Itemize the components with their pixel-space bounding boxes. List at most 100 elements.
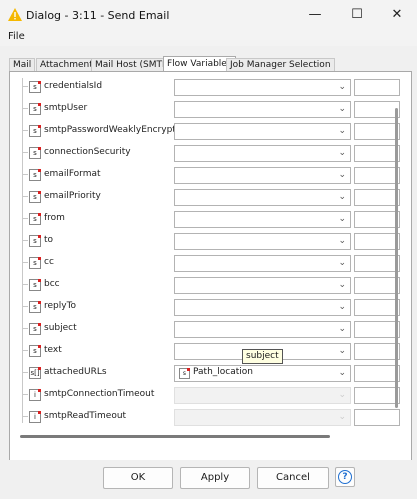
tooltip: subject xyxy=(242,349,283,364)
tree-tick xyxy=(22,130,28,131)
tree-tick xyxy=(22,86,28,87)
tree-tick xyxy=(22,196,28,197)
variable-name: connectionSecurity xyxy=(44,147,131,157)
new-variable-field[interactable] xyxy=(354,255,400,272)
string-type-icon: s xyxy=(29,279,41,291)
new-variable-field[interactable] xyxy=(354,167,400,184)
chevron-down-icon: ⌄ xyxy=(338,324,346,334)
chevron-down-icon: ⌄ xyxy=(338,82,346,92)
maximize-button[interactable]: ☐ xyxy=(342,5,372,25)
chevron-down-icon: ⌄ xyxy=(338,192,346,202)
integer-type-icon: i xyxy=(29,389,41,401)
variable-name: attachedURLs xyxy=(44,367,107,377)
variable-select[interactable]: ⌄ xyxy=(174,167,351,184)
new-variable-field[interactable] xyxy=(354,145,400,162)
variable-name: from xyxy=(44,213,65,223)
chevron-down-icon: ⌄ xyxy=(338,346,346,356)
tab-mail[interactable]: Mail xyxy=(9,58,36,72)
vertical-scrollbar[interactable] xyxy=(395,108,398,408)
chevron-down-icon: ⌄ xyxy=(338,214,346,224)
variable-select[interactable]: ⌄ xyxy=(174,255,351,272)
variable-select: ⌄ xyxy=(174,387,351,404)
chevron-down-icon: ⌄ xyxy=(338,280,346,290)
new-variable-field[interactable] xyxy=(354,233,400,250)
chevron-down-icon: ⌄ xyxy=(338,368,346,378)
variable-select[interactable]: ⌄ xyxy=(174,79,351,96)
string-type-icon: s xyxy=(29,323,41,335)
string-type-icon: s xyxy=(29,191,41,203)
minimize-button[interactable]: — xyxy=(300,5,330,25)
cancel-button[interactable]: Cancel xyxy=(257,467,329,489)
new-variable-field[interactable] xyxy=(354,189,400,206)
new-variable-field[interactable] xyxy=(354,409,400,426)
variable-select[interactable]: ⌄ xyxy=(174,277,351,294)
chevron-down-icon: ⌄ xyxy=(338,302,346,312)
tab-job-manager-selection[interactable]: Job Manager Selection xyxy=(226,58,335,72)
string-array-type-icon: s[] xyxy=(29,367,41,379)
window-title: Dialog - 3:11 - Send Email xyxy=(26,9,170,22)
new-variable-field[interactable] xyxy=(354,211,400,228)
new-variable-field[interactable] xyxy=(354,387,400,404)
tree-tick xyxy=(22,108,28,109)
tree-tick xyxy=(22,218,28,219)
variable-name: replyTo xyxy=(44,301,77,311)
tree-tick xyxy=(22,328,28,329)
variable-name: emailFormat xyxy=(44,169,101,179)
chevron-down-icon: ⌄ xyxy=(338,126,346,136)
new-variable-field[interactable] xyxy=(354,277,400,294)
variable-select[interactable]: ⌄ xyxy=(174,211,351,228)
string-type-icon: s xyxy=(29,81,41,93)
new-variable-field[interactable] xyxy=(354,299,400,316)
variable-name: cc xyxy=(44,257,54,267)
variable-select[interactable]: ⌄ xyxy=(174,145,351,162)
variable-select[interactable]: ⌄ xyxy=(174,189,351,206)
variable-select: ⌄ xyxy=(174,409,351,426)
string-type-icon: s xyxy=(29,169,41,181)
string-type-icon: s xyxy=(29,301,41,313)
variable-select[interactable]: s Path_location ⌄ xyxy=(174,365,351,382)
selected-variable: Path_location xyxy=(193,367,253,377)
variable-name: smtpReadTimeout xyxy=(44,411,127,421)
variable-select[interactable]: ⌄ xyxy=(174,321,351,338)
tree-tick xyxy=(22,284,28,285)
tree-tick xyxy=(22,306,28,307)
apply-button[interactable]: Apply xyxy=(180,467,250,489)
tree-tick xyxy=(22,372,28,373)
tree-tick xyxy=(22,174,28,175)
ok-button[interactable]: OK xyxy=(103,467,173,489)
string-type-icon: s xyxy=(29,147,41,159)
variable-name: subject xyxy=(44,323,77,333)
tree-tick xyxy=(22,350,28,351)
horizontal-scrollbar[interactable] xyxy=(20,435,330,438)
variable-name: credentialsId xyxy=(44,81,103,91)
string-type-icon: s xyxy=(29,235,41,247)
tab-flow-variables[interactable]: Flow Variables xyxy=(163,56,236,72)
variable-name: smtpConnectionTimeout xyxy=(44,389,155,399)
menu-file[interactable]: File xyxy=(8,31,25,42)
help-button[interactable]: ? xyxy=(335,467,355,487)
new-variable-field[interactable] xyxy=(354,101,400,118)
tree-tick xyxy=(22,240,28,241)
close-button[interactable]: ✕ xyxy=(382,5,412,25)
variable-name: text xyxy=(44,345,62,355)
tree-tick xyxy=(22,394,28,395)
variable-name: smtpPasswordWeaklyEncrypted xyxy=(44,125,188,135)
variable-select[interactable]: ⌄ xyxy=(174,123,351,140)
string-type-icon: s xyxy=(29,125,41,137)
new-variable-field[interactable] xyxy=(354,79,400,96)
chevron-down-icon: ⌄ xyxy=(338,258,346,268)
variable-name: bcc xyxy=(44,279,60,289)
new-variable-field[interactable] xyxy=(354,123,400,140)
help-icon: ? xyxy=(338,470,352,484)
chevron-down-icon: ⌄ xyxy=(338,390,346,400)
integer-type-icon: i xyxy=(29,411,41,423)
variable-select[interactable]: ⌄ xyxy=(174,101,351,118)
new-variable-field[interactable] xyxy=(354,365,400,382)
variable-name: to xyxy=(44,235,54,245)
variable-select[interactable]: ⌄ xyxy=(174,299,351,316)
variable-select[interactable]: ⌄ xyxy=(174,233,351,250)
variable-name: smtpUser xyxy=(44,103,88,113)
new-variable-field[interactable] xyxy=(354,321,400,338)
new-variable-field[interactable] xyxy=(354,343,400,360)
string-type-icon: s xyxy=(29,213,41,225)
